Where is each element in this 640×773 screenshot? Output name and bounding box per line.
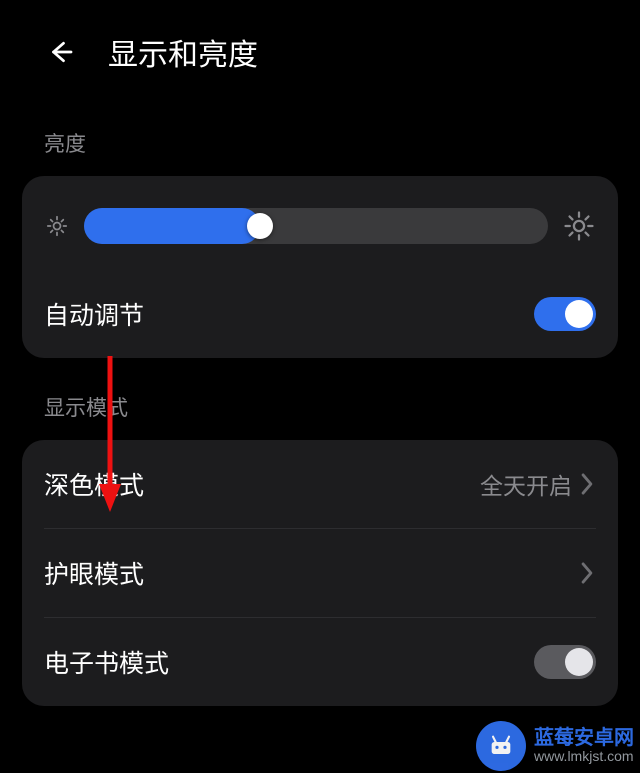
toggle-knob [565,300,593,328]
brightness-slider-thumb[interactable] [247,213,273,239]
watermark-logo-icon [476,721,526,771]
auto-brightness-label: 自动调节 [44,296,144,332]
arrow-left-icon [46,37,76,67]
ebook-mode-row: 电子书模式 [44,618,596,706]
auto-brightness-toggle[interactable] [534,297,596,331]
dark-mode-label: 深色模式 [44,466,144,502]
section-label-display-mode: 显示模式 [0,358,640,440]
ebook-mode-toggle[interactable] [534,645,596,679]
section-label-brightness: 亮度 [0,94,640,176]
ebook-mode-label: 电子书模式 [44,644,169,680]
eye-care-label: 护眼模式 [44,555,144,591]
dark-mode-row[interactable]: 深色模式 全天开启 [44,440,596,528]
brightness-low-icon [44,213,70,239]
header: 显示和亮度 [0,0,640,94]
toggle-knob [565,648,593,676]
brightness-slider-fill [84,208,260,244]
back-button[interactable] [44,35,78,69]
chevron-right-icon [578,560,596,586]
watermark: 蓝莓安卓网 www.lmkjst.com [476,721,634,771]
brightness-slider[interactable] [84,208,548,244]
auto-brightness-row: 自动调节 [44,270,596,358]
page-title: 显示和亮度 [108,30,258,74]
watermark-url: www.lmkjst.com [534,749,634,764]
chevron-right-icon [578,471,596,497]
brightness-high-icon [562,209,596,243]
brightness-card: 自动调节 [22,176,618,358]
dark-mode-value: 全天开启 [480,467,572,501]
display-mode-card: 深色模式 全天开启 护眼模式 电子书模式 [22,440,618,706]
eye-care-row[interactable]: 护眼模式 [44,529,596,617]
brightness-slider-row [44,176,596,270]
watermark-title: 蓝莓安卓网 [534,727,634,749]
